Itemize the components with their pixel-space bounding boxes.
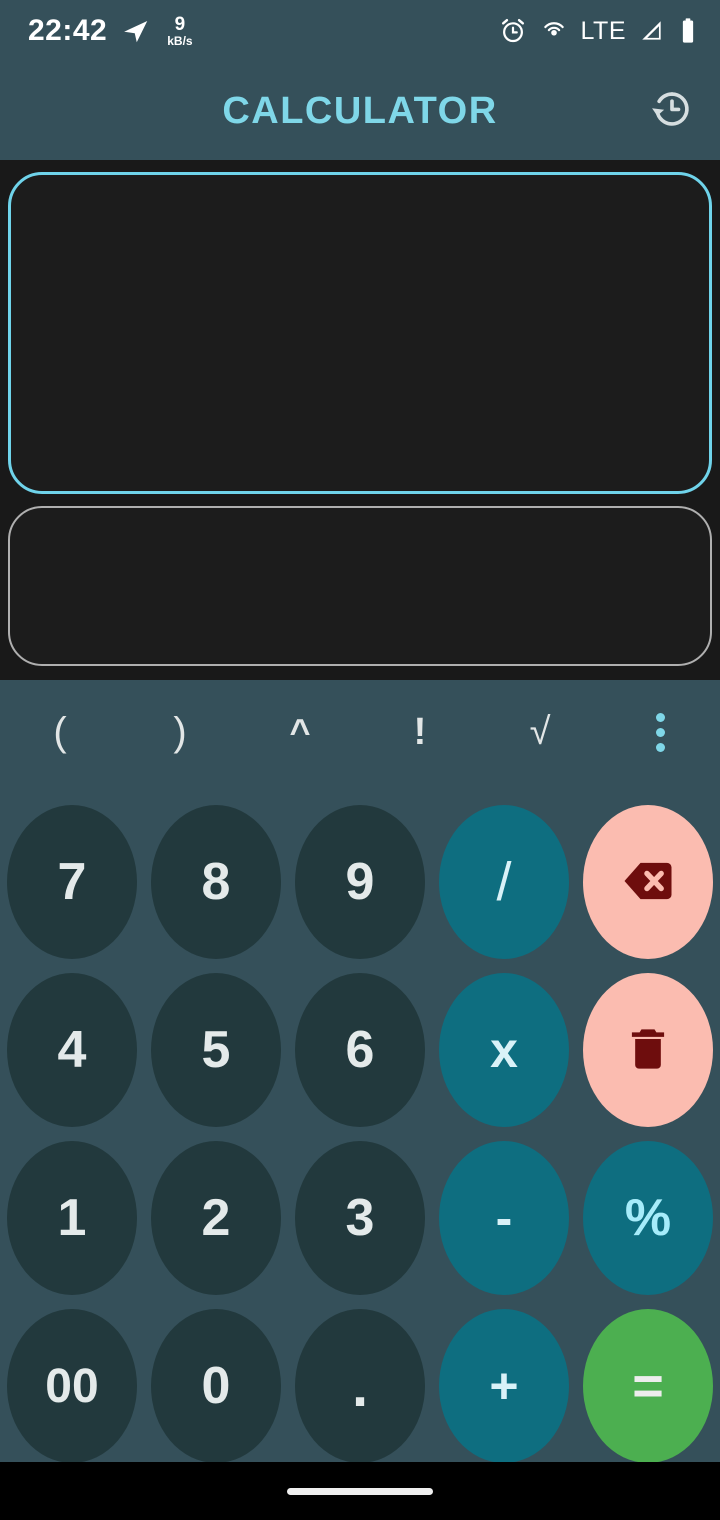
key-cell: =: [576, 1302, 720, 1470]
key-1[interactable]: 1: [7, 1141, 137, 1295]
home-gesture-pill[interactable]: [287, 1487, 433, 1495]
key-cell: /: [432, 798, 576, 966]
key-0[interactable]: 0: [151, 1309, 281, 1463]
keypad: 7 8 9 / 4 5 6 x 1 2 3 - % 00 0 . + =: [0, 790, 720, 1463]
key-decimal[interactable]: .: [295, 1309, 425, 1463]
lte-label: LTE: [580, 16, 626, 45]
square-root-key[interactable]: √: [480, 680, 600, 784]
key-minus[interactable]: -: [439, 1141, 569, 1295]
power-key[interactable]: ^: [240, 680, 360, 784]
key-percent[interactable]: %: [583, 1141, 713, 1295]
key-cell: 5: [144, 966, 288, 1134]
status-clock: 22:42: [28, 14, 108, 47]
function-row: ( ) ^ ! √: [0, 680, 720, 784]
key-8[interactable]: 8: [151, 805, 281, 959]
key-backspace[interactable]: [583, 805, 713, 959]
result-display[interactable]: [8, 506, 712, 666]
key-3[interactable]: 3: [295, 1141, 425, 1295]
key-cell: .: [288, 1302, 432, 1470]
key-cell: 8: [144, 798, 288, 966]
calculator-app-screen: 22:42 9 kB/s LTE CALCULATOR () ^ ! √ 7 …: [0, 0, 720, 1520]
status-bar-right: LTE: [499, 17, 699, 45]
key-cell: 6: [288, 966, 432, 1134]
history-icon: [649, 86, 695, 137]
overflow-menu-button[interactable]: [600, 680, 720, 784]
key-6[interactable]: 6: [295, 973, 425, 1127]
key-cell: 2: [144, 1134, 288, 1302]
key-cell: %: [576, 1134, 720, 1302]
key-cell: 00: [0, 1302, 144, 1470]
signal-icon: [639, 18, 665, 44]
key-cell: 4: [0, 966, 144, 1134]
alarm-icon: [499, 17, 527, 45]
key-cell: +: [432, 1302, 576, 1470]
key-cell: [576, 966, 720, 1134]
key-multiply[interactable]: x: [439, 973, 569, 1127]
key-cell: 7: [0, 798, 144, 966]
key-cell: -: [432, 1134, 576, 1302]
key-cell: x: [432, 966, 576, 1134]
keypad-row: 00 0 . + =: [0, 1302, 720, 1470]
network-speed-value: 9: [174, 14, 186, 35]
key-cell: 3: [288, 1134, 432, 1302]
factorial-key[interactable]: !: [360, 680, 480, 784]
key-divide[interactable]: /: [439, 805, 569, 959]
network-speed-unit: kB/s: [167, 34, 193, 48]
status-bar: 22:42 9 kB/s LTE: [0, 0, 720, 62]
keypad-row: 7 8 9 /: [0, 798, 720, 966]
backspace-icon: [617, 850, 679, 915]
more-vertical-icon: [655, 712, 665, 752]
expression-display[interactable]: [8, 172, 712, 494]
key-9[interactable]: 9: [295, 805, 425, 959]
keypad-row: 4 5 6 x: [0, 966, 720, 1134]
key-cell: 9: [288, 798, 432, 966]
open-paren-key[interactable]: (: [0, 680, 120, 784]
keypad-row: 1 2 3 - %: [0, 1134, 720, 1302]
page-title: CALCULATOR: [222, 89, 498, 132]
key-cell: 0: [144, 1302, 288, 1470]
key-clear-all[interactable]: [583, 973, 713, 1127]
key-2[interactable]: 2: [151, 1141, 281, 1295]
close-paren-key[interactable]: ): [120, 680, 240, 784]
status-bar-left: 22:42 9 kB/s: [28, 15, 193, 47]
send-icon: [121, 16, 151, 46]
key-5[interactable]: 5: [151, 973, 281, 1127]
navigation-bar: [0, 1462, 720, 1520]
app-bar: CALCULATOR: [0, 62, 720, 160]
key-equals[interactable]: =: [583, 1309, 713, 1463]
key-plus[interactable]: +: [439, 1309, 569, 1463]
key-cell: [576, 798, 720, 966]
key-double-zero[interactable]: 00: [7, 1309, 137, 1463]
key-cell: 1: [0, 1134, 144, 1302]
hotspot-icon: [540, 17, 568, 45]
battery-icon: [678, 17, 698, 45]
network-speed-indicator: 9 kB/s: [167, 15, 192, 47]
key-7[interactable]: 7: [7, 805, 137, 959]
display-area: [0, 160, 720, 680]
key-4[interactable]: 4: [7, 973, 137, 1127]
history-button[interactable]: [642, 81, 702, 141]
trash-icon: [620, 1021, 676, 1080]
